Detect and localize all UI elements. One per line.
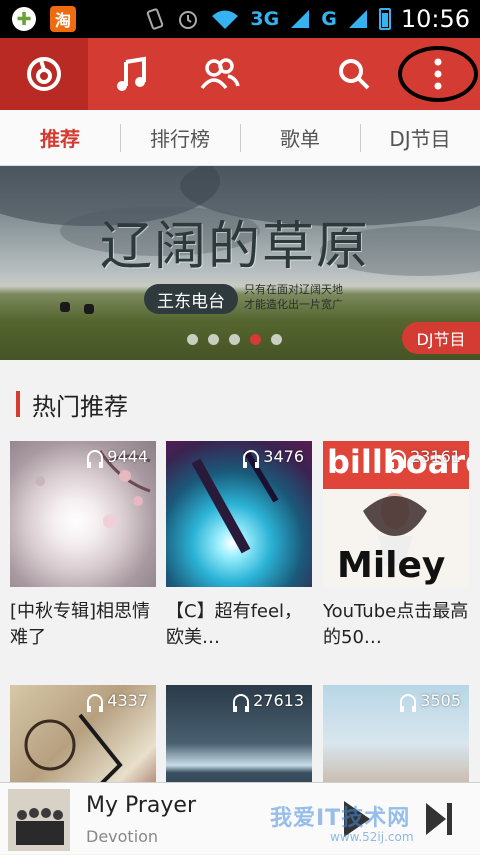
music-note-icon [117, 56, 146, 91]
signal-icon-2 [348, 10, 367, 28]
alarm-icon [179, 11, 198, 29]
carousel-dot[interactable] [187, 334, 198, 345]
signal-icon-1 [291, 10, 310, 28]
play-count: 4337 [87, 691, 148, 712]
headphones-icon [87, 693, 104, 712]
watermark-url: www.52ij.com [330, 830, 414, 844]
banner-dj-tag: DJ节目 [402, 322, 480, 354]
now-playing-title: My Prayer [86, 793, 196, 818]
clock: 10:56 [400, 5, 470, 33]
status-indicators: 3G G 10:56 [144, 0, 470, 38]
search-button[interactable] [310, 38, 398, 110]
tab-playlists[interactable]: 歌单 [240, 110, 360, 165]
home-logo-button[interactable] [0, 38, 88, 110]
top-nav [0, 38, 480, 110]
carousel-dot[interactable] [271, 334, 282, 345]
more-vertical-icon [434, 58, 441, 90]
playlist-title[interactable]: 【C】超有feel，欧美… [166, 599, 316, 651]
annotation-circle [397, 46, 478, 102]
headphones-icon [390, 449, 407, 468]
taobao-notification-icon: 淘 [50, 6, 76, 32]
banner-subtitle: 只有在面对辽阔天地 才能造化出一片宽广 [244, 283, 343, 311]
now-playing-artist: Devotion [86, 827, 159, 846]
tab-bar: 推荐 排行榜 歌单 DJ节目 [0, 110, 480, 166]
netease-logo-icon [27, 57, 61, 91]
friends-icon [200, 58, 240, 90]
now-playing-cover[interactable] [8, 789, 70, 851]
carousel-dot-active[interactable] [250, 334, 261, 345]
play-count: 27613 [233, 691, 304, 712]
headphones-icon [400, 693, 417, 712]
my-music-button[interactable] [88, 38, 176, 110]
playlist-title[interactable]: [中秋专辑]相思情难了 [10, 599, 160, 651]
banner-title: 辽阔的草原 [100, 217, 371, 277]
headphones-icon [243, 449, 260, 468]
tab-charts[interactable]: 排行榜 [120, 110, 240, 165]
horse-rider-image [84, 304, 94, 314]
headphones-icon [87, 449, 104, 468]
more-button[interactable] [395, 38, 480, 110]
network-3g-label: 3G [250, 8, 280, 30]
carousel-dots [187, 334, 282, 345]
section-title: 热门推荐 [32, 392, 128, 421]
carousel-dot[interactable] [208, 334, 219, 345]
horse-rider-image [60, 302, 70, 312]
friends-button[interactable] [176, 38, 264, 110]
watermark-text: 我爱IT技术网 [270, 806, 411, 831]
carousel-dot[interactable] [229, 334, 240, 345]
band-photo [8, 789, 70, 851]
status-bar: ✚ 淘 3G G 10:56 [0, 0, 480, 38]
play-count: 3505 [400, 691, 461, 712]
section-header: 热门推荐 [16, 388, 128, 421]
play-count: 23161 [390, 447, 461, 468]
play-count: 9444 [87, 447, 148, 468]
banner-badge: 王东电台 [144, 284, 238, 314]
search-icon [339, 59, 370, 90]
tab-dj[interactable]: DJ节目 [360, 110, 480, 165]
section-accent-bar [16, 391, 20, 417]
network-g-label: G [321, 8, 337, 30]
app-notification-icon: ✚ [12, 7, 36, 31]
vibrate-icon [147, 8, 164, 30]
play-count: 3476 [243, 447, 304, 468]
wifi-icon [212, 10, 239, 29]
miley-title: Miley [337, 545, 446, 586]
playlist-title[interactable]: YouTube点击最高的50… [323, 599, 473, 651]
tab-recommend[interactable]: 推荐 [0, 110, 120, 165]
next-track-icon[interactable] [424, 801, 454, 837]
headphones-icon [233, 693, 250, 712]
battery-icon [378, 8, 391, 30]
